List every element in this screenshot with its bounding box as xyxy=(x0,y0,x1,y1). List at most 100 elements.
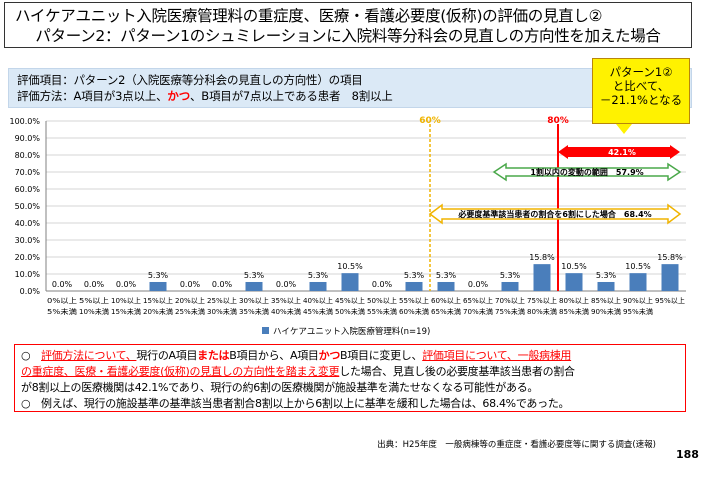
x-tick-label: 35%以上 xyxy=(271,296,301,305)
x-tick-label: 70%以上 xyxy=(495,296,525,305)
red-arrow-label: 42.1% xyxy=(608,148,636,157)
x-tick-label: 50%未満 xyxy=(335,307,365,316)
y-tick-label: 0.0% xyxy=(20,287,41,296)
x-tick-label: 5%未満 xyxy=(47,307,77,316)
x-tick-label: 95%以上 xyxy=(655,296,685,305)
criteria-method-suffix: 、B項目が7点以上である患者 8割以上 xyxy=(190,89,393,103)
x-tick-label: 50%以上 xyxy=(367,296,397,305)
x-tick-label: 45%未満 xyxy=(303,307,333,316)
criteria-method-prefix: 評価方法：A項目が3点以上、 xyxy=(17,89,168,103)
y-tick-label: 90.0% xyxy=(15,134,41,143)
x-tick-label: 75%未満 xyxy=(495,307,525,316)
criteria-method-highlight: かつ xyxy=(167,89,190,103)
data-label: 5.3% xyxy=(148,271,169,280)
x-tick-label: 10%以上 xyxy=(111,296,141,305)
note-items: 評価項目について、一般病棟用 xyxy=(422,349,572,362)
x-tick-label: 90%以上 xyxy=(623,296,653,305)
bar xyxy=(533,264,551,291)
yellow-arrow-label: 必要度基準該当患者の割合を6割にした場合 68.4% xyxy=(457,209,651,219)
callout-line-2: と比べて、 xyxy=(612,79,670,93)
note-direction: の重症度、医療・看護必要度(仮称)の見直しの方向性を踏まえ変更 xyxy=(21,365,340,378)
reference-label-80: 80% xyxy=(547,116,569,126)
x-tick-label: 65%未満 xyxy=(431,307,461,316)
note-line-1: ○ 評価方法について、現行のA項目またはB項目から、A項目かつB項目に変更し、評… xyxy=(21,348,679,364)
y-tick-label: 50.0% xyxy=(15,202,41,211)
x-tick-label: 15%未満 xyxy=(111,307,141,316)
x-tick-label: 85%未満 xyxy=(559,307,589,316)
x-tick-label: 5%以上 xyxy=(79,296,109,305)
x-tick-label: 25%未満 xyxy=(175,307,205,316)
bar xyxy=(501,281,519,291)
comparison-callout: パターン1② と比べて、 －21.1%となる xyxy=(592,58,690,124)
x-tick-label: 0%以上 xyxy=(47,296,77,305)
data-label: 0.0% xyxy=(84,280,105,289)
x-tick-label: 25%以上 xyxy=(207,296,237,305)
note-bullet: ○ xyxy=(21,349,41,362)
x-tick-label: 55%未満 xyxy=(367,307,397,316)
x-tick-label: 45%以上 xyxy=(335,296,365,305)
data-label: 5.3% xyxy=(244,271,265,280)
x-tick-label: 70%未満 xyxy=(463,307,493,316)
criteria-method: 評価方法：A項目が3点以上、かつ、B項目が7点以上である患者 8割以上 xyxy=(17,88,683,104)
data-label: 5.3% xyxy=(404,271,425,280)
x-tick-label: 60%以上 xyxy=(431,296,461,305)
note-method: 評価方法について、 xyxy=(41,349,137,362)
note-changed: B項目に変更し、 xyxy=(340,349,423,362)
data-label: 0.0% xyxy=(116,280,137,289)
green-arrow-label: 1割以内の変動の範囲 57.9% xyxy=(530,167,643,177)
data-label: 0.0% xyxy=(52,280,73,289)
y-tick-label: 20.0% xyxy=(15,253,41,262)
note-b-to-a: B項目から、A項目 xyxy=(229,349,319,362)
note-line-4: ○ 例えば、現行の施設基準の基準該当患者割合8割以上から6割以上に基準を緩和した… xyxy=(21,397,570,410)
source-citation: 出典：H25年度 一般病棟等の重症度・看護必要度等に関する調査(速報) xyxy=(377,440,656,450)
page-subtitle: パターン2：パターン1のシュミレーションに入院料等分科会の見直しの方向性を加えた… xyxy=(35,27,661,45)
note-and: かつ xyxy=(318,349,341,362)
data-label: 5.3% xyxy=(436,271,457,280)
data-label: 0.0% xyxy=(372,280,393,289)
bar xyxy=(437,281,455,291)
bar xyxy=(597,281,615,291)
bar-chart: 0.0% 10.0% 20.0% 30.0% 40.0% 50.0% 60.0% 70.0% 8… xyxy=(9,116,686,337)
x-tick-label: 10%未満 xyxy=(79,307,109,316)
callout-line-3: －21.1%となる xyxy=(599,93,683,107)
y-tick-label: 30.0% xyxy=(15,236,41,245)
data-label: 15.8% xyxy=(657,253,683,262)
legend-label: ハイケアユニット入院医療管理料(n=19) xyxy=(273,326,430,337)
data-label: 10.5% xyxy=(337,262,363,271)
note-current-a: 現行のA項目 xyxy=(136,349,198,362)
red-arrow-head-left xyxy=(558,145,568,159)
x-tick-label: 15%以上 xyxy=(143,296,173,305)
x-tick-label: 90%未満 xyxy=(591,307,621,316)
x-tick-label: 30%以上 xyxy=(239,296,269,305)
bar xyxy=(245,281,263,291)
page-number: 188 xyxy=(676,448,699,461)
callout-line-1: パターン1② xyxy=(609,65,673,79)
note-or: または xyxy=(197,349,230,362)
x-tick-label: 55%以上 xyxy=(399,296,429,305)
x-tick-label: 65%以上 xyxy=(463,296,493,305)
x-tick-label: 75%以上 xyxy=(527,296,557,305)
bar xyxy=(405,281,423,291)
bar xyxy=(149,281,167,291)
callout-pointer xyxy=(616,124,632,134)
data-label: 0.0% xyxy=(276,280,297,289)
y-tick-label: 70.0% xyxy=(15,168,41,177)
x-tick-label: 35%未満 xyxy=(239,307,269,316)
x-tick-label: 20%未満 xyxy=(143,307,173,316)
y-tick-label: 80.0% xyxy=(15,151,41,160)
bar xyxy=(661,264,679,291)
data-label: 0.0% xyxy=(180,280,201,289)
data-label: 0.0% xyxy=(468,280,489,289)
data-label: 5.3% xyxy=(596,271,617,280)
legend-swatch xyxy=(262,327,269,334)
red-arrow-head-right xyxy=(670,145,680,159)
data-label: 10.5% xyxy=(561,262,587,271)
criteria-box: 評価項目：パターン2（入院医療等分科会の見直しの方向性）の項目 評価方法：A項目… xyxy=(8,68,692,108)
bar xyxy=(565,273,583,291)
data-label: 0.0% xyxy=(212,280,233,289)
x-tick-label: 20%以上 xyxy=(175,296,205,305)
y-tick-label: 40.0% xyxy=(15,219,41,228)
notes-box: ○ 評価方法について、現行のA項目またはB項目から、A項目かつB項目に変更し、評… xyxy=(14,344,686,412)
x-tick-label: 40%以上 xyxy=(303,296,333,305)
y-tick-label: 100.0% xyxy=(9,117,40,126)
